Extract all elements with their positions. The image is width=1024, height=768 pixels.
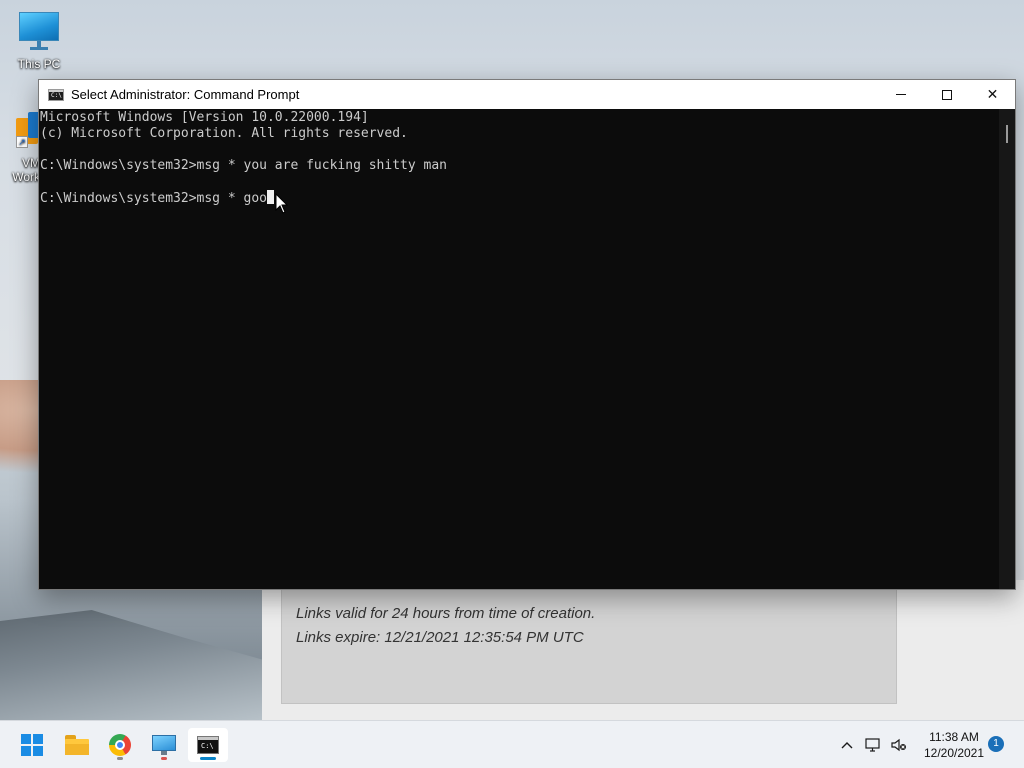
close-icon: ✕ bbox=[986, 86, 999, 103]
remote-desktop-icon bbox=[152, 735, 176, 755]
taskbar-remote-desktop[interactable] bbox=[144, 728, 184, 762]
clock-time: 11:38 AM bbox=[929, 730, 979, 744]
active-indicator bbox=[200, 757, 216, 760]
links-valid-text: Links valid for 24 hours from time of cr… bbox=[296, 605, 596, 622]
clock[interactable]: 11:38 AM 12/20/2021 bbox=[916, 729, 992, 761]
links-expire-text: Links expire: 12/21/2021 12:35:54 PM UTC bbox=[296, 629, 584, 646]
console-line: C:\Windows\system32>msg * you are fuckin… bbox=[40, 158, 447, 173]
console-input-line[interactable]: C:\Windows\system32>msg * goo bbox=[40, 190, 999, 206]
network-icon bbox=[865, 738, 880, 752]
this-pc-icon bbox=[18, 11, 60, 53]
text-cursor bbox=[266, 190, 274, 204]
desktop-icon-this-pc[interactable]: This PC bbox=[7, 11, 71, 71]
desktop-icon-label: VM Work bbox=[12, 156, 40, 184]
windows-logo-icon bbox=[21, 734, 43, 756]
background-web-page: Links valid for 24 hours from time of cr… bbox=[262, 580, 1024, 720]
chevron-up-icon bbox=[841, 742, 853, 749]
minimize-button[interactable] bbox=[878, 80, 924, 109]
desktop-icon-label: This PC bbox=[17, 57, 61, 71]
network-button[interactable] bbox=[860, 730, 886, 760]
notification-badge[interactable]: 1 bbox=[988, 736, 1004, 752]
window-title: Select Administrator: Command Prompt bbox=[71, 87, 300, 102]
start-button[interactable] bbox=[12, 728, 52, 762]
volume-muted-icon bbox=[891, 738, 906, 752]
command-prompt-icon: C:\ bbox=[197, 736, 219, 754]
vmware-icon: ↗ bbox=[14, 112, 40, 152]
show-hidden-icons-button[interactable] bbox=[834, 730, 860, 760]
volume-button[interactable] bbox=[886, 730, 912, 760]
info-card: Links valid for 24 hours from time of cr… bbox=[281, 580, 897, 704]
desktop-icon-vmware[interactable]: ↗ VM Work bbox=[0, 112, 40, 184]
console-line: Microsoft Windows [Version 10.0.22000.19… bbox=[40, 110, 369, 125]
console-line: (c) Microsoft Corporation. All rights re… bbox=[40, 126, 408, 141]
minimize-icon bbox=[896, 94, 906, 95]
running-indicator bbox=[161, 757, 167, 760]
clock-date: 12/20/2021 bbox=[923, 746, 985, 760]
folder-icon bbox=[65, 735, 89, 755]
taskbar-command-prompt[interactable]: C:\ bbox=[188, 728, 228, 762]
console-output[interactable]: Microsoft Windows [Version 10.0.22000.19… bbox=[39, 109, 999, 589]
chrome-icon bbox=[109, 734, 131, 756]
taskbar-chrome[interactable] bbox=[100, 728, 140, 762]
command-prompt-icon: C:\ bbox=[48, 88, 64, 101]
maximize-button[interactable] bbox=[924, 80, 970, 109]
close-button[interactable]: ✕ bbox=[970, 80, 1015, 109]
maximize-icon bbox=[942, 89, 952, 100]
scrollbar-thumb[interactable] bbox=[1006, 125, 1008, 143]
system-tray bbox=[834, 721, 912, 768]
taskbar-file-explorer[interactable] bbox=[57, 728, 97, 762]
shortcut-arrow-icon: ↗ bbox=[16, 136, 28, 148]
command-prompt-window[interactable]: C:\ Select Administrator: Command Prompt… bbox=[38, 79, 1016, 590]
console-input-text: C:\Windows\system32>msg * goo bbox=[40, 191, 267, 206]
window-titlebar[interactable]: C:\ Select Administrator: Command Prompt… bbox=[39, 80, 1015, 109]
running-indicator bbox=[117, 757, 123, 760]
console-scrollbar[interactable] bbox=[999, 109, 1015, 589]
taskbar: C:\ 11:38 AM 12/20/2021 bbox=[0, 720, 1024, 768]
